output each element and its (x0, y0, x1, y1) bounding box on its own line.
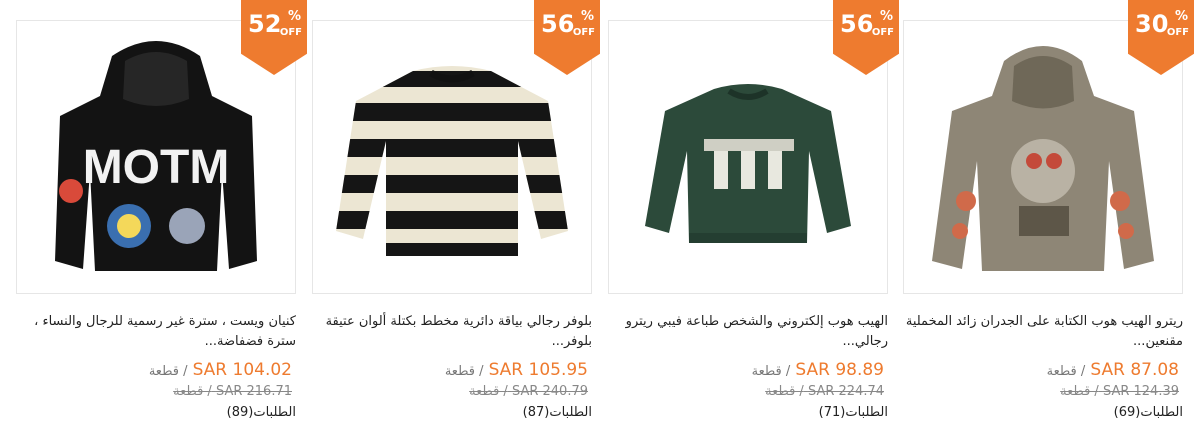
discount-percent: % (879, 9, 893, 24)
discount-percent: % (287, 9, 301, 24)
discount-value: 30 (1135, 10, 1169, 38)
orders-count: الطلبات(71) (818, 405, 888, 420)
current-price: SAR 98.89 / قطعة (608, 360, 888, 382)
original-price: SAR 216.71 / قطعة (16, 384, 296, 399)
old-price-unit: / قطعة (765, 384, 804, 399)
discount-percent: % (1174, 9, 1188, 24)
price-value: SAR 98.89 (795, 360, 884, 380)
discount-off-label: OFF (279, 27, 302, 38)
discount-value: 52 (248, 10, 282, 38)
old-price-value: SAR 124.39 (1102, 384, 1179, 399)
discount-off-label: OFF (572, 27, 595, 38)
price-unit: / قطعة (148, 364, 188, 379)
price-value: SAR 87.08 (1090, 360, 1179, 380)
price-value: SAR 104.02 (192, 360, 292, 380)
discount-percent: % (580, 9, 594, 24)
product-card[interactable]: 56 % OFF بلوفر رجالي بياقة دائرية مخطط ب… (312, 0, 600, 443)
price-unit: / قطعة (1046, 364, 1086, 379)
old-price-value: SAR 216.71 (215, 384, 292, 399)
product-title[interactable]: بلوفر رجالي بياقة دائرية مخطط بكتلة ألوا… (312, 312, 592, 352)
orders-count: الطلبات(89) (226, 405, 296, 420)
product-title[interactable]: كنيان ويست ، سترة غير رسمية للرجال والنس… (16, 312, 296, 352)
current-price: SAR 104.02 / قطعة (16, 360, 296, 382)
discount-value: 56 (840, 10, 874, 38)
product-title[interactable]: الهيب هوب إلكتروني والشخص طباعة فيبي ريت… (608, 312, 888, 352)
product-card[interactable]: 56 % OFF الهيب هوب إلكتروني والشخص طباعة… (608, 0, 899, 443)
discount-value: 56 (541, 10, 575, 38)
price-unit: / قطعة (444, 364, 484, 379)
old-price-unit: / قطعة (173, 384, 212, 399)
original-price: SAR 240.79 / قطعة (312, 384, 592, 399)
old-price-value: SAR 240.79 (511, 384, 588, 399)
original-price: SAR 224.74 / قطعة (608, 384, 888, 399)
price-value: SAR 105.95 (488, 360, 588, 380)
price-unit: / قطعة (751, 364, 791, 379)
original-price: SAR 124.39 / قطعة (903, 384, 1183, 399)
product-title[interactable]: ريترو الهيب هوب الكتابة على الجدران زائد… (903, 312, 1183, 352)
green-sweater-icon (645, 84, 851, 243)
discount-off-label: OFF (871, 27, 894, 38)
product-card[interactable]: MOTM 52 % OFF كنيان ويست ، سترة غير رسمي… (16, 0, 307, 443)
product-card[interactable]: 30 % OFF ريترو الهيب هوب الكتابة على الج… (903, 0, 1194, 443)
hoodie-graffiti-khaki-icon (932, 46, 1154, 271)
old-price-unit: / قطعة (1060, 384, 1099, 399)
old-price-value: SAR 224.74 (807, 384, 884, 399)
hoodie-print-text: MOTM (83, 141, 230, 194)
orders-count: الطلبات(69) (1113, 405, 1183, 420)
current-price: SAR 87.08 / قطعة (903, 360, 1183, 382)
discount-off-label: OFF (1166, 27, 1189, 38)
orders-count: الطلبات(87) (522, 405, 592, 420)
current-price: SAR 105.95 / قطعة (312, 360, 592, 382)
old-price-unit: / قطعة (469, 384, 508, 399)
black-hoodie-icon: MOTM (55, 41, 257, 271)
